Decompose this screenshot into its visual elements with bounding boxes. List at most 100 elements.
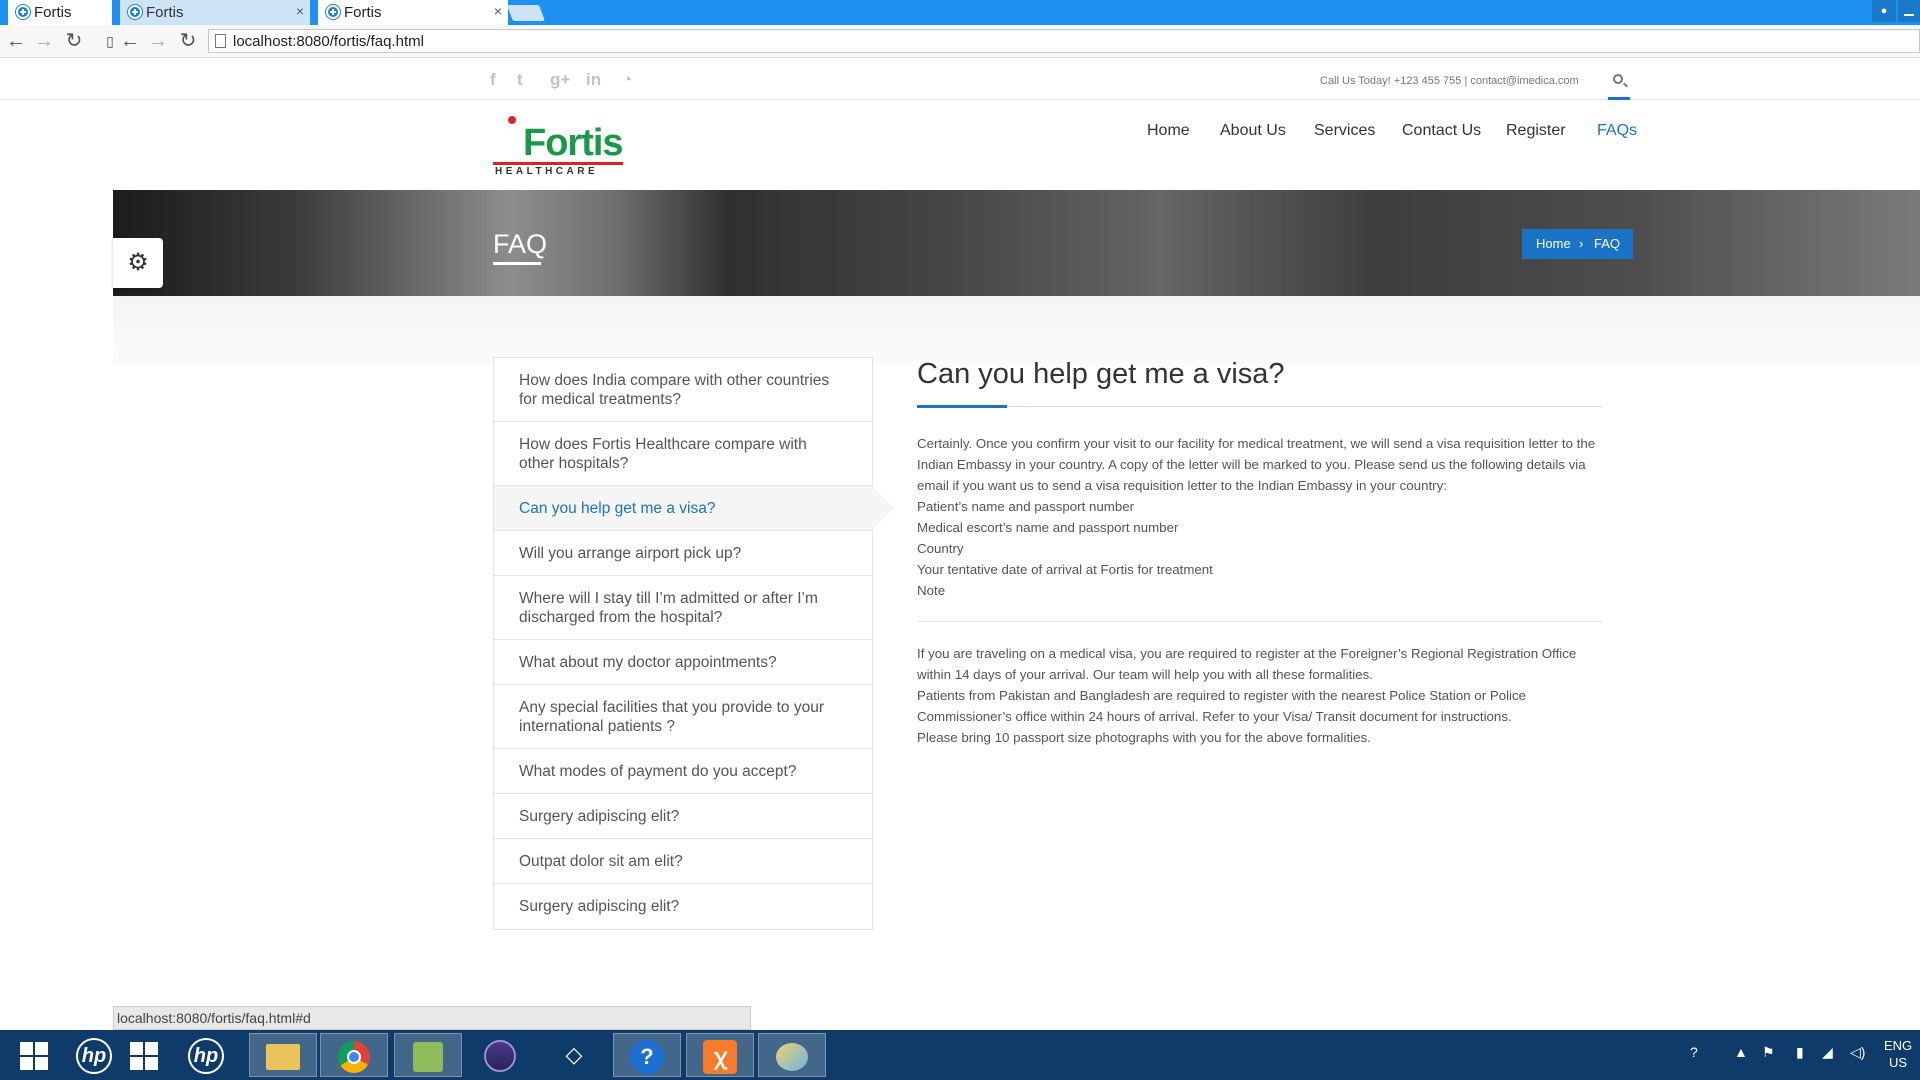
browser-tab-3[interactable]: Fortis × bbox=[318, 0, 508, 25]
title-underline bbox=[493, 262, 541, 265]
linkedin-icon[interactable]: in bbox=[586, 70, 601, 90]
search-button[interactable] bbox=[1608, 58, 1630, 100]
unity-icon[interactable]: ◇ bbox=[540, 1033, 608, 1077]
fortis-favicon-icon bbox=[128, 5, 142, 19]
minimize-button[interactable] bbox=[1898, 0, 1920, 22]
answer-note-item: Please bring 10 passport size photograph… bbox=[917, 730, 1371, 745]
windows-taskbar: hp hp ◇ ? ꭓ ? ▲ ⚑ ▮ ◢ ◁) bbox=[0, 1030, 1920, 1080]
paint-icon[interactable] bbox=[758, 1033, 826, 1077]
browser-tab-2[interactable]: Fortis × bbox=[120, 0, 310, 25]
gear-icon: ⚙ bbox=[127, 249, 149, 276]
language-indicator[interactable]: ENG US bbox=[1884, 1037, 1912, 1071]
logo-word: Fortis bbox=[523, 122, 624, 164]
facebook-icon[interactable]: f bbox=[490, 70, 496, 90]
faq-item[interactable]: Where will I stay till I’m admitted or a… bbox=[494, 576, 872, 640]
help-icon[interactable]: ? bbox=[613, 1033, 681, 1077]
nav-faqs[interactable]: FAQs bbox=[1597, 122, 1637, 140]
region-code: US bbox=[1889, 1055, 1908, 1070]
file-explorer-icon[interactable] bbox=[249, 1033, 317, 1077]
fortis-logo[interactable]: Fortis HEALTHCARE bbox=[493, 114, 625, 180]
logo-dot bbox=[508, 116, 516, 124]
browser-tab-1[interactable]: Fortis bbox=[8, 0, 112, 25]
notification-help-icon[interactable]: ? bbox=[1690, 1044, 1698, 1060]
nav-home[interactable]: Home bbox=[1147, 122, 1190, 140]
tab-label: Fortis bbox=[34, 4, 72, 21]
nav-register[interactable]: Register bbox=[1506, 122, 1566, 140]
tab-label: Fortis bbox=[146, 4, 184, 21]
eclipse-icon[interactable] bbox=[466, 1033, 534, 1077]
contact-info: Call Us Today! +123 455 755 | contact@im… bbox=[1320, 75, 1579, 87]
content-top-strip bbox=[113, 296, 1920, 366]
faq-item[interactable]: Any special facilities that you provide … bbox=[494, 685, 872, 749]
nav-services[interactable]: Services bbox=[1314, 122, 1375, 140]
windows-start-icon[interactable] bbox=[0, 1033, 68, 1077]
new-tab-button[interactable] bbox=[507, 5, 545, 21]
breadcrumb-separator-icon: › bbox=[1579, 236, 1584, 251]
task-app-icon[interactable] bbox=[394, 1033, 462, 1077]
browser-tabstrip: Fortis Fortis × Fortis × ● bbox=[0, 0, 1920, 25]
page-info-icon bbox=[215, 34, 226, 48]
profile-icon[interactable]: ● bbox=[1872, 0, 1896, 22]
faq-item[interactable]: How does Fortis Healthcare compare with … bbox=[494, 422, 872, 486]
browser-toolbar: ← → ↻ ▯ ← → ↻ localhost:8080/fortis/faq.… bbox=[0, 25, 1920, 58]
page-title: FAQ bbox=[493, 229, 548, 259]
answer-note-item: Patients from Pakistan and Bangladesh ar… bbox=[917, 688, 1527, 724]
faq-item[interactable]: What about my doctor appointments? bbox=[494, 640, 872, 685]
language-code: ENG bbox=[1884, 1038, 1913, 1053]
breadcrumb: Home › FAQ bbox=[1522, 229, 1633, 259]
logo-bar bbox=[493, 162, 623, 165]
settings-toggle[interactable]: ⚙ bbox=[113, 238, 163, 288]
faq-item[interactable]: What modes of payment do you accept? bbox=[494, 749, 872, 794]
address-bar[interactable]: localhost:8080/fortis/faq.html bbox=[208, 29, 1920, 53]
reload-icon-2[interactable]: ↻ bbox=[176, 29, 200, 53]
page-banner bbox=[113, 190, 1920, 296]
answer-note-item: If you are traveling on a medical visa, … bbox=[917, 646, 1577, 682]
answer-note-label: Note bbox=[917, 583, 946, 598]
reload-icon[interactable]: ↻ bbox=[62, 29, 86, 53]
hp-app-icon-2[interactable]: hp bbox=[172, 1033, 240, 1077]
show-hidden-icons[interactable]: ▲ bbox=[1734, 1044, 1748, 1060]
faq-item[interactable]: How does India compare with other countr… bbox=[494, 358, 872, 422]
network-signal-icon[interactable]: ◢ bbox=[1822, 1044, 1833, 1061]
nav-about-us[interactable]: About Us bbox=[1220, 122, 1286, 140]
nav-contact-us[interactable]: Contact Us bbox=[1402, 122, 1481, 140]
answer-rule bbox=[917, 406, 1602, 407]
forward-arrow-icon-2[interactable]: → bbox=[146, 29, 170, 53]
logo-subtitle: HEALTHCARE bbox=[495, 166, 599, 177]
breadcrumb-home[interactable]: Home bbox=[1536, 236, 1571, 251]
url-text[interactable]: localhost:8080/fortis/faq.html bbox=[233, 33, 424, 50]
back-arrow-icon-2[interactable]: ← bbox=[118, 29, 142, 53]
xampp-icon[interactable]: ꭓ bbox=[686, 1033, 754, 1077]
answer-paragraph: Certainly. Once you confirm your visit t… bbox=[917, 436, 1596, 493]
windows-app-icon[interactable] bbox=[110, 1033, 178, 1077]
rss-icon[interactable]: ◔ bbox=[622, 70, 632, 90]
faq-item[interactable]: Surgery adipiscing elit? bbox=[494, 794, 872, 839]
faq-item[interactable]: Outpat dolor sit am elit? bbox=[494, 839, 872, 884]
search-icon bbox=[1613, 74, 1623, 84]
answer-list-item: Country bbox=[917, 541, 964, 556]
google-plus-icon[interactable]: g+ bbox=[550, 70, 570, 90]
site-topbar bbox=[0, 58, 1920, 100]
faq-item-active[interactable]: Can you help get me a visa? bbox=[494, 486, 894, 531]
forward-arrow-icon[interactable]: → bbox=[32, 29, 56, 53]
flag-icon[interactable]: ⚑ bbox=[1762, 1044, 1775, 1061]
tab-close-icon[interactable]: × bbox=[296, 3, 304, 19]
twitter-icon[interactable]: t bbox=[517, 70, 523, 90]
battery-icon[interactable]: ▮ bbox=[1796, 1044, 1804, 1061]
tab-close-icon[interactable]: × bbox=[494, 3, 502, 19]
answer-list-item: Your tentative date of arrival at Fortis… bbox=[917, 562, 1213, 577]
faq-item[interactable]: Will you arrange airport pick up? bbox=[494, 531, 872, 576]
answer-divider bbox=[917, 621, 1602, 622]
faq-question-list: How does India compare with other countr… bbox=[493, 357, 894, 930]
volume-icon[interactable]: ◁) bbox=[1850, 1044, 1865, 1061]
link-status-bubble: localhost:8080/fortis/faq.html#d bbox=[113, 1006, 751, 1030]
chrome-icon[interactable] bbox=[320, 1033, 388, 1077]
faq-item[interactable]: Surgery adipiscing elit? bbox=[494, 884, 872, 929]
fortis-favicon-icon bbox=[16, 5, 30, 19]
tab-label: Fortis bbox=[344, 4, 382, 21]
answer-title: Can you help get me a visa? bbox=[917, 358, 1285, 390]
fortis-favicon-icon bbox=[326, 5, 340, 19]
answer-list-item: Medical escort’s name and passport numbe… bbox=[917, 520, 1179, 535]
answer-list-item: Patient’s name and passport number bbox=[917, 499, 1135, 514]
back-arrow-icon[interactable]: ← bbox=[4, 29, 28, 53]
